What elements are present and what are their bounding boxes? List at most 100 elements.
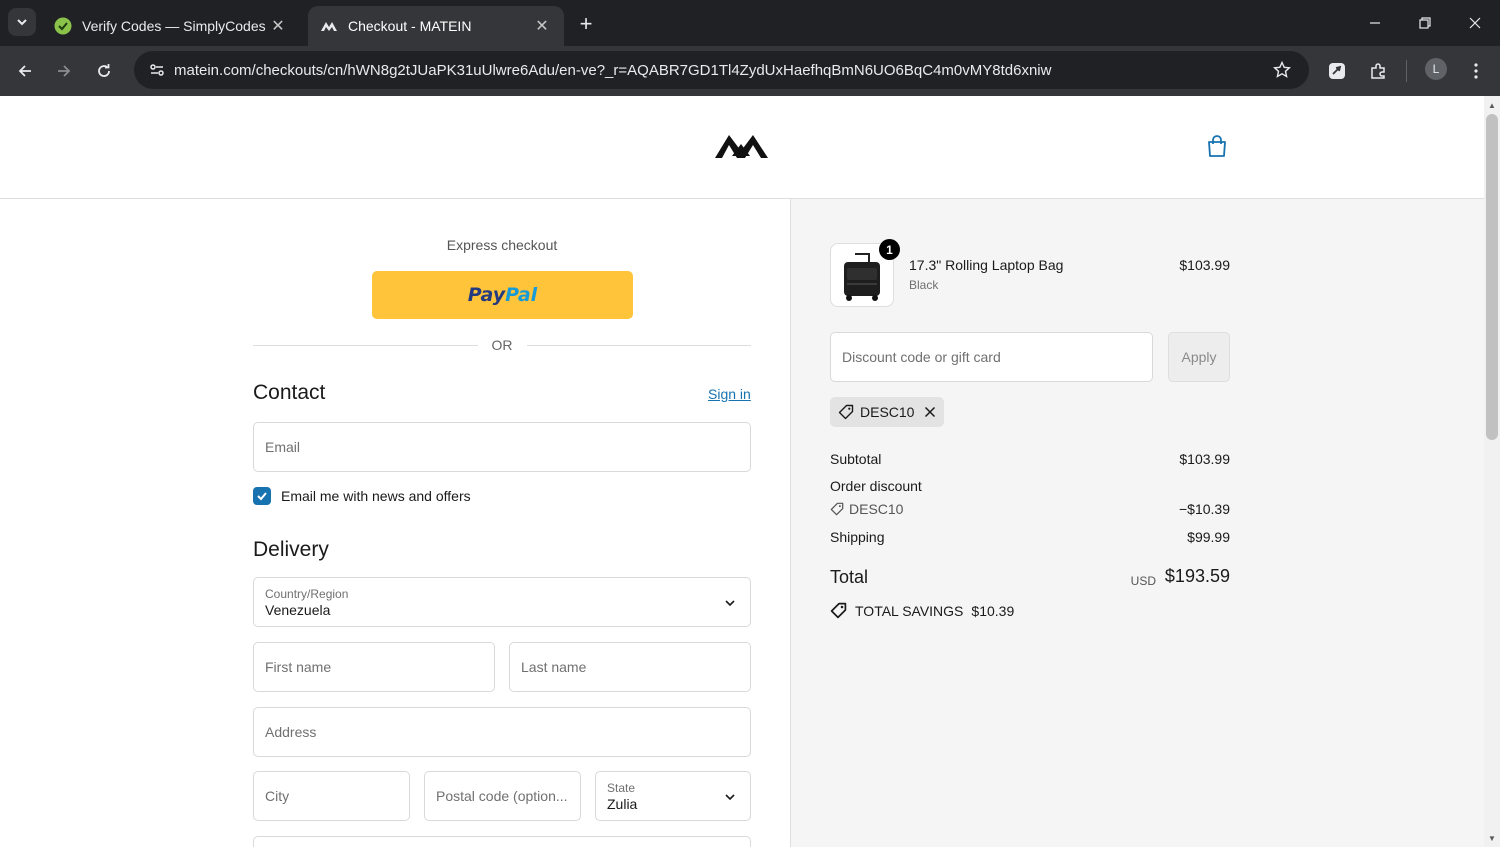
profile-avatar[interactable]: L <box>1425 58 1447 80</box>
chevron-down-icon <box>724 790 736 808</box>
product-name: 17.3" Rolling Laptop Bag <box>909 257 1064 273</box>
order-summary: 1 17.3" Rolling Laptop Bag Black $103.99… <box>790 199 1484 847</box>
chevron-down-icon <box>17 19 27 26</box>
tab-title: Verify Codes — SimplyCodes <box>82 18 266 34</box>
extensions-puzzle-icon[interactable] <box>1364 57 1392 85</box>
paypal-button[interactable]: Pay Pal <box>372 271 633 319</box>
close-icon <box>1469 17 1481 29</box>
restore-button[interactable] <box>1410 8 1440 38</box>
scroll-down-arrow-icon[interactable]: ▼ <box>1484 831 1500 845</box>
tab-simplycodes[interactable]: Verify Codes — SimplyCodes ✕ <box>42 6 300 46</box>
arrow-right-icon <box>58 65 71 77</box>
or-divider: OR <box>253 337 751 353</box>
country-label: Country/Region <box>265 587 349 601</box>
delivery-title: Delivery <box>253 538 329 561</box>
order-discount-label: Order discount <box>830 478 922 494</box>
city-field[interactable]: City <box>253 771 410 821</box>
paypal-logo-pay: Pay <box>467 284 506 306</box>
paypal-logo-pal: Pal <box>505 284 538 306</box>
total-value: $193.59 <box>1164 566 1230 586</box>
shipping-label: Shipping <box>830 529 885 545</box>
address-bar[interactable]: matein.com/checkouts/cn/hWN8g2tJUaPK31uU… <box>134 51 1309 89</box>
next-field-partial[interactable] <box>253 836 751 847</box>
last-name-placeholder: Last name <box>521 659 587 675</box>
email-field[interactable]: Email <box>253 422 751 472</box>
cart-bag-icon[interactable] <box>1206 134 1228 163</box>
state-label: State <box>607 781 636 795</box>
postal-code-field[interactable]: Postal code (option... <box>424 771 581 821</box>
scroll-up-arrow-icon[interactable]: ▲ <box>1484 98 1500 112</box>
applied-code-text: DESC10 <box>860 404 915 420</box>
email-placeholder: Email <box>265 439 301 455</box>
remove-discount-icon[interactable] <box>924 406 936 418</box>
address-placeholder: Address <box>265 724 317 740</box>
apply-discount-button[interactable]: Apply <box>1168 332 1230 382</box>
close-tab-icon[interactable]: ✕ <box>268 16 288 36</box>
discount-placeholder: Discount code or gift card <box>842 349 1001 365</box>
quantity-badge: 1 <box>879 239 900 260</box>
state-select[interactable]: State Zulia <box>595 771 751 821</box>
scrollbar-thumb[interactable] <box>1486 114 1498 440</box>
postal-code-placeholder: Postal code (option... <box>436 788 568 804</box>
reload-button[interactable] <box>90 57 118 85</box>
tab-title: Checkout - MATEIN <box>348 18 472 34</box>
newsletter-option[interactable]: Email me with news and offers <box>253 487 471 505</box>
discount-code-field[interactable]: Discount code or gift card <box>830 332 1153 382</box>
city-placeholder: City <box>265 788 290 804</box>
matein-logo[interactable] <box>715 132 768 165</box>
close-tab-icon[interactable]: ✕ <box>532 16 552 36</box>
url-text: matein.com/checkouts/cn/hWN8g2tJUaPK31uU… <box>174 61 1052 79</box>
or-label: OR <box>491 337 513 353</box>
contact-title: Contact <box>253 381 326 404</box>
product-price: $103.99 <box>1179 257 1230 273</box>
first-name-field[interactable]: First name <box>253 642 495 692</box>
express-checkout-label: Express checkout <box>446 237 558 253</box>
tag-icon <box>838 404 854 420</box>
simplycodes-extension-icon[interactable] <box>1323 57 1351 85</box>
restore-icon <box>1419 17 1431 29</box>
tab-checkout[interactable]: Checkout - MATEIN ✕ <box>308 6 564 46</box>
back-button[interactable] <box>11 57 39 85</box>
tab-search-button[interactable] <box>8 8 36 36</box>
discount-value: −$10.39 <box>1179 501 1230 517</box>
shop-header <box>0 96 1484 199</box>
arrow-left-icon <box>18 65 31 77</box>
browser-toolbar: matein.com/checkouts/cn/hWN8g2tJUaPK31uU… <box>0 46 1500 96</box>
total-label: Total <box>830 567 869 587</box>
forward-button[interactable] <box>50 57 78 85</box>
savings-label: TOTAL SAVINGS <box>855 602 964 619</box>
newsletter-label: Email me with news and offers <box>281 488 471 504</box>
minimize-icon <box>1370 22 1380 24</box>
chevron-down-icon <box>724 596 736 614</box>
close-window-button[interactable] <box>1460 8 1490 38</box>
bookmark-star-icon[interactable] <box>1265 61 1299 79</box>
discount-code-text: DESC10 <box>849 501 904 517</box>
simplycodes-favicon-icon <box>54 17 72 35</box>
toolbar-divider <box>1406 60 1407 82</box>
checkout-form: Express checkout Pay Pal OR Contact Sign … <box>0 199 790 847</box>
country-value: Venezuela <box>265 602 331 618</box>
site-settings-icon[interactable] <box>140 62 174 78</box>
discount-code-line: DESC10 <box>830 501 903 517</box>
product-variant: Black <box>909 278 939 292</box>
last-name-field[interactable]: Last name <box>509 642 751 692</box>
minimize-button[interactable] <box>1360 8 1390 38</box>
subtotal-label: Subtotal <box>830 451 882 467</box>
browser-tab-bar: Verify Codes — SimplyCodes ✕ Checkout - … <box>0 0 1500 46</box>
newsletter-checkbox[interactable] <box>253 487 271 505</box>
reload-icon <box>98 64 110 77</box>
sign-in-link[interactable]: Sign in <box>708 386 751 402</box>
total-savings: TOTAL SAVINGS $10.39 <box>830 602 1014 619</box>
page-scrollbar[interactable]: ▲ ▼ <box>1484 96 1500 847</box>
checkmark-icon <box>257 492 267 501</box>
country-select[interactable]: Country/Region Venezuela <box>253 577 751 627</box>
new-tab-button[interactable]: + <box>572 10 600 38</box>
tag-icon <box>830 602 847 619</box>
savings-value: $10.39 <box>971 602 1015 619</box>
matein-favicon-icon <box>320 17 338 35</box>
applied-discount-chip: DESC10 <box>830 397 945 427</box>
state-value: Zulia <box>607 796 638 812</box>
browser-menu-icon[interactable] <box>1462 57 1490 85</box>
shipping-value: $99.99 <box>1187 529 1230 545</box>
address-field[interactable]: Address <box>253 707 751 757</box>
